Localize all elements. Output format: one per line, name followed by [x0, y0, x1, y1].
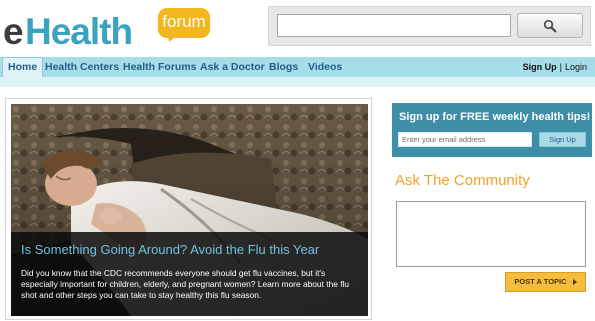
featured-summary: Did you know that the CDC recommends eve…: [21, 268, 350, 300]
arrow-right-icon: [572, 279, 577, 286]
nav-item-blogs[interactable]: Blogs: [269, 57, 298, 77]
login-link[interactable]: Login: [565, 62, 587, 72]
newsletter-signup: Sign up for FREE weekly health tips! Sig…: [392, 103, 592, 157]
featured-article[interactable]: Is Something Going Around? Avoid the Flu…: [5, 98, 372, 320]
logo-bubble-text: forum: [162, 12, 206, 31]
community-title: Ask The Community: [395, 172, 530, 189]
main-nav: Home Health Centers Health Forums Ask a …: [0, 57, 595, 78]
nav-item-videos[interactable]: Videos: [308, 57, 342, 77]
featured-title[interactable]: Is Something Going Around? Avoid the Flu…: [21, 242, 319, 257]
nav-substrip: [0, 77, 595, 87]
nav-item-health-forums[interactable]: Health Forums: [123, 57, 197, 77]
post-topic-label: POST A TOPIC: [514, 277, 567, 286]
signup-link[interactable]: Sign Up: [523, 62, 557, 72]
account-links: Sign Up | Login: [523, 57, 587, 77]
email-field[interactable]: [398, 132, 532, 147]
post-topic-button[interactable]: POST A TOPIC: [505, 272, 586, 292]
featured-caption: Is Something Going Around? Avoid the Flu…: [11, 232, 368, 316]
featured-image[interactable]: Is Something Going Around? Avoid the Flu…: [11, 104, 368, 316]
account-separator: |: [559, 62, 562, 72]
community-question-textarea[interactable]: [396, 201, 586, 267]
ehealth-forum-logo[interactable]: e Health forum: [3, 6, 213, 50]
newsletter-title: Sign up for FREE weekly health tips!: [399, 111, 591, 123]
search-button[interactable]: [517, 13, 583, 38]
newsletter-signup-button[interactable]: Sign Up: [539, 132, 586, 147]
logo-prefix: e: [3, 11, 24, 52]
nav-item-home[interactable]: Home: [2, 57, 44, 78]
search-input[interactable]: [277, 14, 511, 37]
search-icon: [543, 19, 557, 32]
logo-word: Health: [25, 11, 133, 52]
nav-item-health-centers[interactable]: Health Centers: [45, 57, 119, 77]
nav-item-ask-a-doctor[interactable]: Ask a Doctor: [200, 57, 265, 77]
search-panel: [268, 6, 591, 46]
